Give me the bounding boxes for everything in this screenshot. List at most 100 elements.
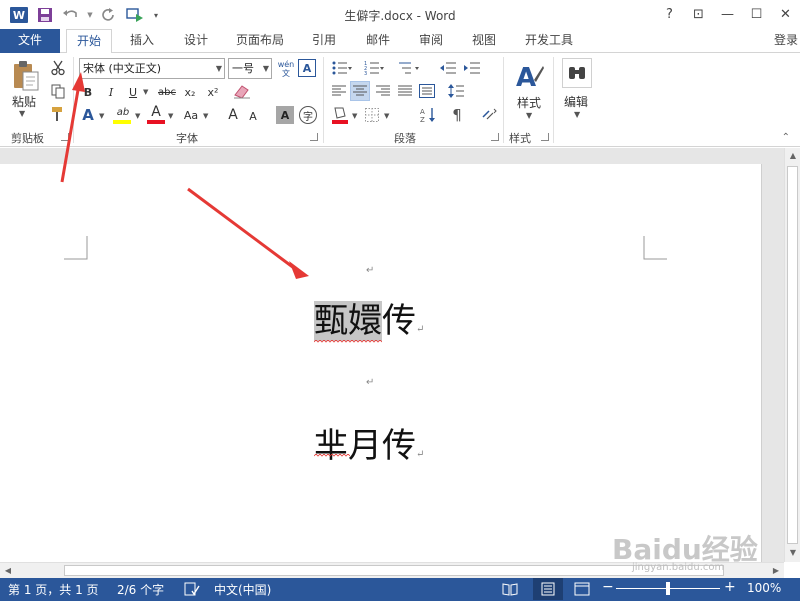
superscript-button[interactable]: x² [204, 83, 222, 101]
enclose-characters-button[interactable]: 字 [299, 106, 317, 124]
paste-icon[interactable] [10, 59, 42, 93]
show-paragraph-marks-icon[interactable]: ¶ [448, 105, 466, 125]
font-name-dropdown-icon[interactable]: ▼ [216, 59, 222, 78]
help-button[interactable]: ? [655, 0, 684, 28]
character-border-button[interactable]: A [298, 59, 316, 77]
vertical-scrollbar[interactable]: ▲ ▼ [784, 148, 800, 562]
underline-dropdown-icon[interactable]: ▼ [143, 88, 148, 96]
web-layout-icon[interactable] [574, 582, 590, 599]
change-case-button[interactable]: Aa [180, 106, 202, 124]
font-size-combo[interactable]: 一号 ▼ [228, 58, 272, 79]
paste-dropdown-icon[interactable]: ▼ [19, 109, 25, 118]
highlight-dropdown-icon[interactable]: ▼ [135, 112, 140, 120]
character-shading-button[interactable]: A [276, 106, 294, 124]
find-icon[interactable] [562, 58, 592, 88]
editing-button[interactable]: 编辑 [564, 93, 588, 110]
scroll-right-icon[interactable]: ▶ [768, 566, 784, 575]
zoom-in-button[interactable]: + [724, 579, 736, 595]
scroll-left-icon[interactable]: ◀ [0, 566, 16, 575]
align-left-icon[interactable] [330, 82, 348, 100]
justify-icon[interactable] [396, 82, 414, 100]
borders-icon[interactable] [362, 105, 382, 125]
format-painter-icon[interactable] [49, 105, 67, 123]
tab-file[interactable]: 文件 [0, 29, 60, 53]
word-count[interactable]: 2/6 个字 [117, 581, 164, 598]
text-effects-button[interactable]: A [80, 106, 96, 124]
phonetic-guide-button[interactable]: wén文 [276, 58, 296, 80]
multilevel-list-icon[interactable] [395, 59, 423, 77]
font-color-dropdown-icon[interactable]: ▼ [168, 112, 173, 120]
tab-mailings[interactable]: 邮件 [358, 29, 398, 53]
copy-icon[interactable] [49, 82, 67, 100]
document-page[interactable]: ↵ 甄嬛传↵ ↵ 芈月传↵ [0, 164, 762, 562]
minimize-button[interactable]: — [713, 0, 742, 28]
font-size-dropdown-icon[interactable]: ▼ [263, 59, 269, 78]
shading-icon[interactable] [330, 105, 350, 125]
read-mode-icon[interactable] [502, 582, 518, 599]
styles-launcher-icon[interactable] [541, 133, 549, 141]
paste-button[interactable]: 粘贴 [12, 93, 36, 110]
tab-view[interactable]: 视图 [464, 29, 504, 53]
editing-dropdown-icon[interactable]: ▼ [574, 110, 580, 119]
zoom-level[interactable]: 100% [747, 581, 781, 595]
increase-indent-icon[interactable] [462, 59, 482, 77]
italic-button[interactable]: I [103, 83, 119, 101]
styles-icon[interactable]: A [513, 59, 545, 93]
decrease-indent-icon[interactable] [438, 59, 458, 77]
text-effects-dropdown-icon[interactable]: ▼ [99, 112, 104, 120]
font-color-button[interactable]: A [148, 104, 164, 120]
underline-button[interactable]: U [125, 83, 141, 101]
tab-insert[interactable]: 插入 [122, 29, 162, 53]
print-layout-icon[interactable] [533, 578, 563, 600]
align-center-icon[interactable] [350, 81, 370, 101]
grow-font-button[interactable]: A [224, 106, 242, 124]
subscript-button[interactable]: x₂ [181, 83, 199, 101]
ribbon-display-options-button[interactable]: ⊡ [684, 0, 713, 28]
tab-home[interactable]: 开始 [66, 29, 112, 54]
clear-formatting-icon[interactable] [232, 81, 252, 101]
shading-dropdown-icon[interactable]: ▼ [352, 112, 357, 120]
vertical-scroll-thumb[interactable] [787, 166, 798, 544]
font-launcher-icon[interactable] [310, 133, 318, 141]
tab-page-layout[interactable]: 页面布局 [228, 29, 292, 53]
document-area[interactable]: ↵ 甄嬛传↵ ↵ 芈月传↵ [0, 148, 784, 562]
align-right-icon[interactable] [374, 82, 392, 100]
styles-dropdown-icon[interactable]: ▼ [526, 111, 532, 120]
zoom-slider-thumb[interactable] [666, 582, 670, 595]
shrink-font-button[interactable]: A [246, 108, 260, 124]
page-count[interactable]: 第 1 页，共 1 页 [8, 581, 99, 598]
proofing-icon[interactable] [184, 582, 200, 599]
strikethrough-button[interactable]: abc [156, 83, 178, 101]
tab-design[interactable]: 设计 [176, 29, 216, 53]
line-spacing-icon[interactable] [446, 82, 468, 100]
numbering-icon[interactable]: 123 [362, 59, 386, 77]
language-indicator[interactable]: 中文(中国) [214, 581, 271, 598]
highlight-button[interactable]: ab [113, 104, 133, 120]
selected-text[interactable]: 甄嬛 [314, 301, 382, 341]
styles-button[interactable]: 样式 [517, 94, 541, 111]
sort-icon[interactable]: AZ [418, 105, 438, 125]
bullets-icon[interactable] [330, 59, 354, 77]
tab-developer[interactable]: 开发工具 [517, 29, 581, 53]
scroll-down-icon[interactable]: ▼ [785, 548, 800, 557]
collapse-ribbon-icon[interactable]: ⌃ [782, 132, 790, 143]
zoom-out-button[interactable]: − [602, 579, 614, 595]
asian-layout-icon[interactable] [480, 105, 498, 125]
clipboard-launcher-icon[interactable] [61, 133, 69, 141]
borders-dropdown-icon[interactable]: ▼ [384, 112, 389, 120]
document-line-1[interactable]: 甄嬛传↵ [314, 293, 424, 342]
scroll-up-icon[interactable]: ▲ [785, 151, 800, 160]
cut-icon[interactable] [49, 59, 67, 77]
font-name-combo[interactable]: 宋体 (中文正文) ▼ [79, 58, 225, 79]
tab-references[interactable]: 引用 [304, 29, 344, 53]
sign-in-link[interactable]: 登录 [774, 29, 798, 52]
maximize-button[interactable]: ☐ [742, 0, 771, 28]
document-line-2[interactable]: 芈月传↵ [314, 418, 424, 467]
close-button[interactable]: ✕ [771, 0, 800, 28]
distributed-icon[interactable] [418, 82, 436, 100]
line-text: 传 [382, 301, 416, 341]
change-case-dropdown-icon[interactable]: ▼ [203, 112, 208, 120]
paragraph-launcher-icon[interactable] [491, 133, 499, 141]
bold-button[interactable]: B [80, 83, 96, 101]
tab-review[interactable]: 审阅 [411, 29, 451, 53]
